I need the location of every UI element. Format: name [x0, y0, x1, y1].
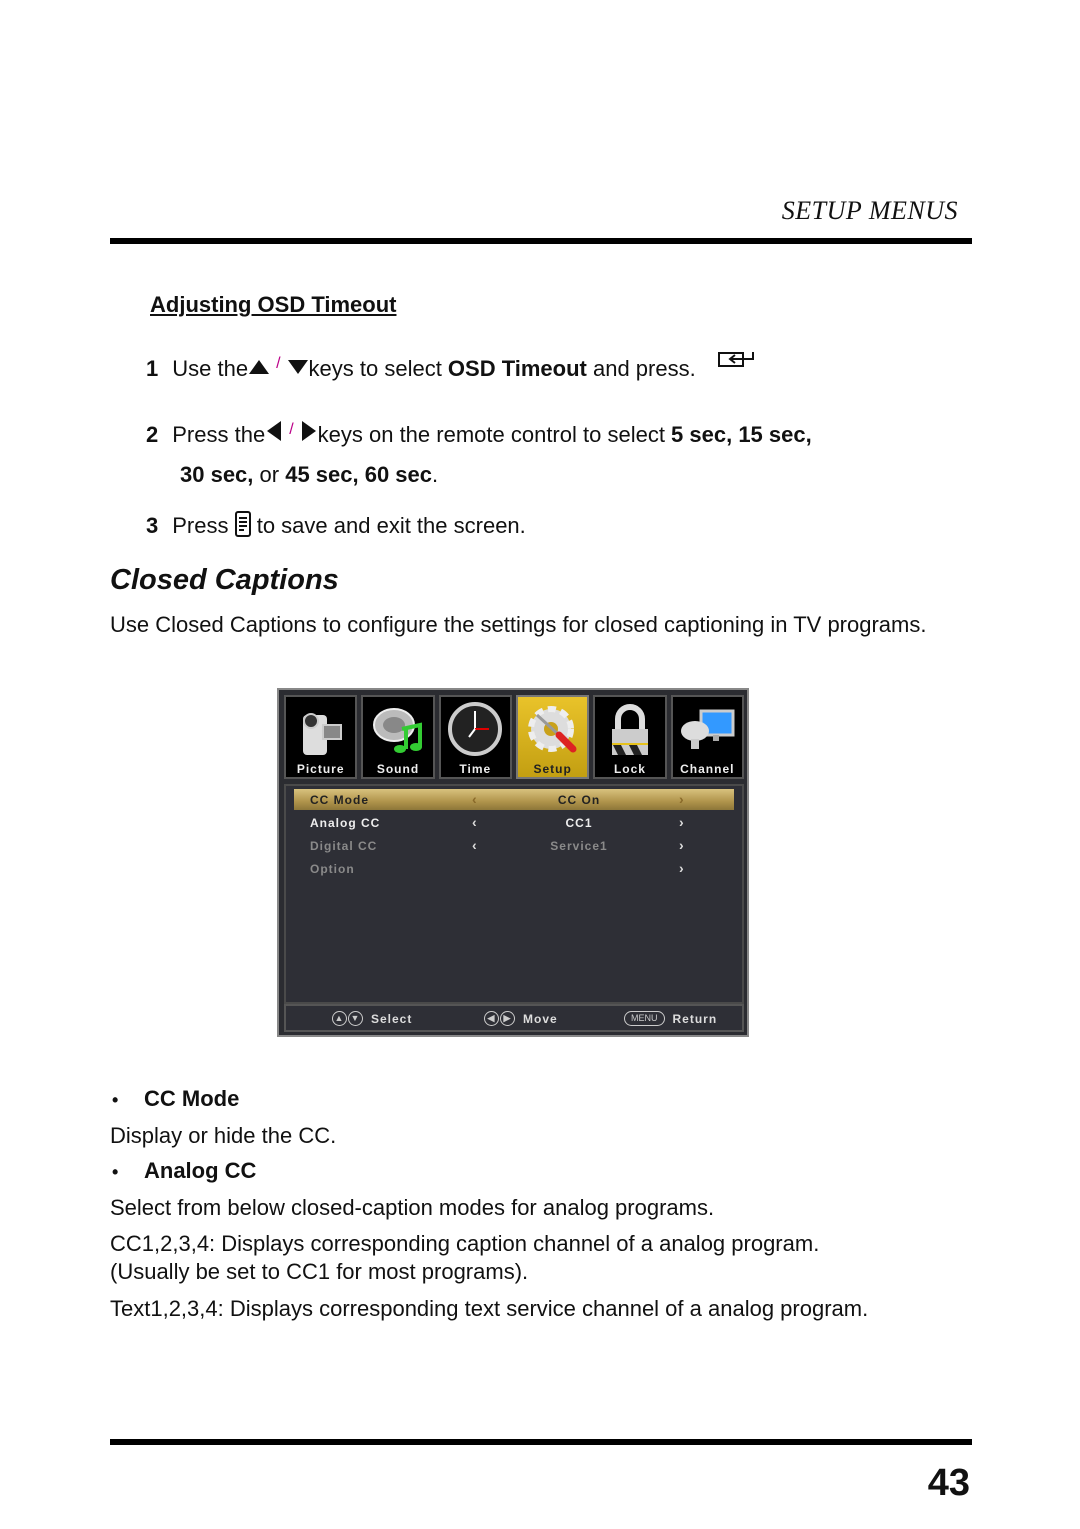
osd-footer: ▲ ▼ Select ◀ ▶ Move MENU Return: [284, 1004, 744, 1032]
padlock-icon: [611, 704, 648, 755]
step-3: 3 Press to save and exit the screen.: [146, 511, 526, 539]
bullet-analog-cc: • Analog CC: [112, 1158, 256, 1184]
analog-cc-desc-2: CC1,2,3,4: Displays corresponding captio…: [110, 1231, 820, 1256]
down-button-icon: ▼: [348, 1011, 363, 1026]
step-text: Press the: [172, 422, 266, 447]
osd-hint-label: Return: [672, 1011, 718, 1026]
header-rule: [110, 238, 972, 244]
slash-separator: /: [289, 421, 294, 438]
bullet-dot: •: [112, 1162, 119, 1182]
step-2: 2 Press the / keys on the remote control to…: [146, 420, 812, 448]
step-number: 1: [146, 356, 159, 381]
step-text: or: [253, 462, 286, 487]
step-bold-text: 5 sec, 15 sec,: [671, 422, 812, 447]
satellite-monitor-icon: [681, 709, 735, 749]
osd-row-analog-cc[interactable]: Analog CC ‹ CC1 ›: [294, 812, 734, 833]
menu-key-icon: [234, 511, 251, 537]
step-number: 3: [146, 513, 159, 538]
bullet-cc-mode: • CC Mode: [112, 1086, 239, 1112]
osd-row-option[interactable]: Option ›: [294, 858, 734, 879]
step-text: to save and exit the screen.: [250, 513, 526, 538]
osd-row-value: CC On: [557, 793, 601, 807]
step-text: keys on the remote control to select: [317, 422, 672, 447]
osd-hint-label: Move: [523, 1011, 558, 1026]
right-arrow-icon: [301, 421, 316, 441]
left-arrow-icon: [267, 421, 282, 441]
osd-row-name: Analog CC: [310, 816, 381, 830]
osd-hint-move: ◀ ▶ Move: [484, 1011, 558, 1026]
osd-tab-label: Lock: [613, 762, 646, 776]
osd-row-name: CC Mode: [310, 793, 369, 807]
bullet-label: CC Mode: [144, 1086, 240, 1111]
osd-hint-select: ▲ ▼ Select: [332, 1011, 412, 1026]
clock-icon: [448, 702, 503, 756]
osd-tab-bar: Picture Sound Time Setup Lock Channel: [284, 695, 744, 779]
bullet-label: Analog CC: [144, 1158, 257, 1183]
down-arrow-icon: [287, 360, 308, 374]
osd-menu-screenshot: Picture Sound Time Setup Lock Channel CC…: [277, 688, 749, 1037]
osd-row-cc-mode[interactable]: CC Mode ‹ CC On ›: [294, 789, 734, 810]
enter-key-icon: [717, 352, 754, 367]
left-button-icon: ◀: [484, 1011, 499, 1026]
chevron-right-icon[interactable]: ›: [679, 860, 685, 876]
cc-mode-desc: Display or hide the CC.: [110, 1123, 337, 1148]
osd-row-digital-cc[interactable]: Digital CC ‹ Service1 ›: [294, 835, 734, 856]
osd-tab-lock[interactable]: Lock: [593, 695, 667, 779]
osd-tab-label: Time: [459, 762, 492, 776]
step-text: Use the: [172, 356, 249, 381]
osd-row-name: Option: [310, 862, 355, 876]
osd-tab-time[interactable]: Time: [438, 695, 512, 779]
osd-tab-label: Sound: [376, 762, 420, 776]
step-text: Press: [172, 513, 235, 538]
step-text: .: [432, 462, 439, 487]
speaker-note-icon: [372, 708, 422, 753]
analog-cc-desc-4: Text1,2,3,4: Displays corresponding text…: [110, 1296, 869, 1321]
bullet-dot: •: [112, 1090, 119, 1110]
gear-screwdriver-icon: [527, 706, 577, 753]
osd-tab-label: Channel: [680, 762, 735, 776]
osd-row-name: Digital CC: [310, 839, 378, 853]
step-text: and press.: [586, 356, 696, 381]
osd-hint-return: MENU Return: [624, 1011, 717, 1026]
chevron-left-icon[interactable]: ‹: [472, 791, 478, 807]
step-text: keys to select: [308, 356, 448, 381]
analog-cc-desc-3: (Usually be set to CC1 for most programs…: [110, 1259, 529, 1284]
closed-captions-title: Closed Captions: [110, 564, 339, 596]
right-button-icon: ▶: [500, 1011, 515, 1026]
step-1: 1 Use the / keys to select OSD Timeout and …: [146, 350, 756, 382]
osd-tab-setup[interactable]: Setup: [515, 695, 590, 779]
step-bold-text: 30 sec,: [180, 462, 254, 487]
page-number: 43: [927, 1462, 970, 1504]
analog-cc-desc-1: Select from below closed-caption modes f…: [110, 1195, 715, 1220]
osd-tab-label: Picture: [296, 762, 345, 776]
osd-tab-sound[interactable]: Sound: [361, 695, 435, 779]
osd-timeout-heading: Adjusting OSD Timeout: [150, 292, 397, 317]
chevron-left-icon[interactable]: ‹: [472, 814, 478, 830]
osd-row-value: Service1: [550, 839, 608, 853]
footer-rule: [110, 1439, 972, 1445]
osd-tab-channel[interactable]: Channel: [670, 695, 744, 779]
section-header: SETUP MENUS: [781, 196, 958, 225]
up-arrow-icon: [249, 360, 270, 374]
osd-tab-picture[interactable]: Picture: [284, 695, 358, 779]
closed-captions-intro: Use Closed Captions to configure the set…: [110, 612, 927, 637]
chevron-right-icon[interactable]: ›: [679, 837, 685, 853]
osd-hint-label: Select: [371, 1011, 413, 1026]
osd-settings-panel: CC Mode ‹ CC On › Analog CC ‹ CC1 › Digi…: [284, 784, 744, 1004]
step-2-continued: 30 sec, or 45 sec, 60 sec.: [180, 462, 438, 488]
step-number: 2: [146, 422, 159, 447]
camcorder-icon: [302, 713, 342, 755]
chevron-left-icon[interactable]: ‹: [472, 837, 478, 853]
chevron-right-icon[interactable]: ›: [679, 814, 685, 830]
step-bold-text: 45 sec, 60 sec: [285, 462, 433, 487]
up-button-icon: ▲: [332, 1011, 347, 1026]
slash-separator: /: [276, 355, 281, 372]
chevron-right-icon[interactable]: ›: [679, 791, 685, 807]
menu-button-icon: MENU: [624, 1011, 665, 1026]
step-bold-text: OSD Timeout: [447, 356, 587, 381]
osd-row-value: CC1: [565, 816, 593, 830]
osd-tab-label: Setup: [533, 762, 572, 776]
